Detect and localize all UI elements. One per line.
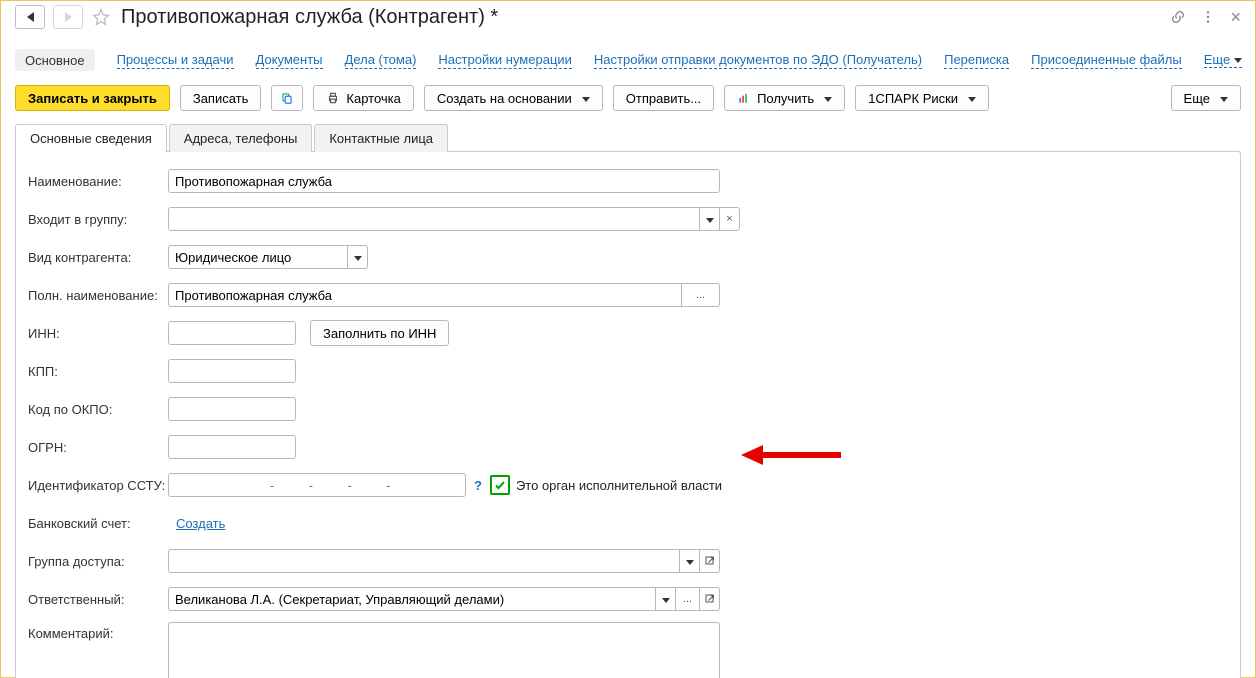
gov-body-checkbox[interactable] — [490, 475, 510, 495]
sstu-help-icon[interactable]: ? — [474, 478, 482, 493]
fill-by-inn-button[interactable]: Заполнить по ИНН — [310, 320, 449, 346]
access-open-button[interactable] — [700, 549, 720, 573]
printer-icon — [326, 91, 340, 105]
card-button[interactable]: Карточка — [313, 85, 413, 111]
section-tabs: Основное Процессы и задачи Документы Дел… — [1, 35, 1255, 81]
send-button[interactable]: Отправить... — [613, 85, 714, 111]
ogrn-input[interactable] — [168, 435, 296, 459]
inn-input[interactable] — [168, 321, 296, 345]
receive-label: Получить — [757, 91, 814, 106]
chevron-down-icon — [354, 256, 362, 261]
close-button[interactable]: × — [1230, 8, 1241, 26]
group-input[interactable] — [168, 207, 700, 231]
responsible-ellipsis-button[interactable]: ... — [676, 587, 700, 611]
bank-label: Банковский счет: — [28, 516, 168, 531]
access-label: Группа доступа: — [28, 554, 168, 569]
favorite-star-icon[interactable] — [91, 7, 111, 27]
okpo-input[interactable] — [168, 397, 296, 421]
card-button-label: Карточка — [346, 91, 400, 106]
bank-create-link[interactable]: Создать — [176, 516, 225, 531]
responsible-open-button[interactable] — [700, 587, 720, 611]
open-icon — [704, 593, 716, 605]
spark-label: 1СПАРК Риски — [868, 91, 958, 106]
spark-button[interactable]: 1СПАРК Риски — [855, 85, 989, 111]
chart-icon — [737, 91, 751, 105]
tab-contacts[interactable]: Контактные лица — [314, 124, 448, 152]
comment-label: Комментарий: — [28, 622, 168, 641]
ogrn-label: ОГРН: — [28, 440, 168, 455]
tab-main-info[interactable]: Основные сведения — [15, 124, 167, 152]
responsible-label: Ответственный: — [28, 592, 168, 607]
more-button[interactable]: Еще — [1171, 85, 1241, 111]
kpp-input[interactable] — [168, 359, 296, 383]
chevron-down-icon — [1220, 97, 1228, 102]
chevron-down-icon — [686, 560, 694, 565]
arrow-left-icon — [27, 12, 34, 22]
access-select-button[interactable] — [680, 549, 700, 573]
write-and-close-button[interactable]: Записать и закрыть — [15, 85, 170, 111]
kebab-menu-icon[interactable] — [1200, 9, 1216, 25]
card-tabs: Основные сведения Адреса, телефоны Конта… — [1, 123, 1255, 151]
fullname-input[interactable] — [168, 283, 682, 307]
chevron-down-icon — [582, 97, 590, 102]
kind-label: Вид контрагента: — [28, 250, 168, 265]
access-input[interactable] — [168, 549, 680, 573]
copy-button[interactable] — [271, 85, 303, 111]
section-tab-more-label: Еще — [1204, 52, 1230, 67]
create-based-on-button[interactable]: Создать на основании — [424, 85, 603, 111]
inn-label: ИНН: — [28, 326, 168, 341]
section-tab-correspondence[interactable]: Переписка — [944, 52, 1009, 69]
section-tab-cases[interactable]: Дела (тома) — [345, 52, 417, 69]
section-tab-processes[interactable]: Процессы и задачи — [117, 52, 234, 69]
window-title: Противопожарная служба (Контрагент) * — [121, 6, 498, 29]
nav-forward-button[interactable] — [53, 5, 83, 29]
tab-addresses[interactable]: Адреса, телефоны — [169, 124, 313, 152]
chevron-down-icon — [1234, 58, 1242, 63]
section-tab-numbering[interactable]: Настройки нумерации — [438, 52, 572, 69]
link-icon[interactable] — [1170, 9, 1186, 25]
arrow-right-icon — [65, 12, 72, 22]
check-icon — [494, 479, 506, 491]
form-panel: Наименование: Входит в группу: × Вид кон… — [15, 151, 1241, 678]
kpp-label: КПП: — [28, 364, 168, 379]
more-label: Еще — [1184, 91, 1210, 106]
open-icon — [704, 555, 716, 567]
gov-body-label: Это орган исполнительной власти — [516, 478, 722, 493]
chevron-down-icon — [968, 97, 976, 102]
section-tab-attached[interactable]: Присоединенные файлы — [1031, 52, 1182, 69]
kind-select-button[interactable] — [348, 245, 368, 269]
sstu-input[interactable] — [168, 473, 466, 497]
chevron-down-icon — [662, 598, 670, 603]
chevron-down-icon — [706, 218, 714, 223]
chevron-down-icon — [824, 97, 832, 102]
write-button[interactable]: Записать — [180, 85, 262, 111]
fullname-label: Полн. наименование: — [28, 288, 168, 303]
group-label: Входит в группу: — [28, 212, 168, 227]
section-tab-more[interactable]: Еще — [1204, 52, 1242, 68]
section-tab-main[interactable]: Основное — [15, 49, 95, 71]
group-clear-button[interactable]: × — [720, 207, 740, 231]
responsible-select-button[interactable] — [656, 587, 676, 611]
section-tab-documents[interactable]: Документы — [256, 52, 323, 69]
okpo-label: Код по ОКПО: — [28, 402, 168, 417]
create-based-label: Создать на основании — [437, 91, 572, 106]
kind-input[interactable] — [168, 245, 348, 269]
receive-button[interactable]: Получить — [724, 85, 845, 111]
titlebar: Противопожарная служба (Контрагент) * × — [1, 1, 1255, 35]
name-label: Наименование: — [28, 174, 168, 189]
nav-back-button[interactable] — [15, 5, 45, 29]
section-tab-edoc[interactable]: Настройки отправки документов по ЭДО (По… — [594, 52, 922, 69]
fullname-ellipsis-button[interactable]: ... — [682, 283, 720, 307]
responsible-input[interactable] — [168, 587, 656, 611]
group-select-button[interactable] — [700, 207, 720, 231]
name-input[interactable] — [168, 169, 720, 193]
comment-textarea[interactable] — [168, 622, 720, 678]
toolbar: Записать и закрыть Записать Карточка Соз… — [1, 81, 1255, 123]
sstu-label: Идентификатор ССТУ: — [28, 478, 168, 493]
